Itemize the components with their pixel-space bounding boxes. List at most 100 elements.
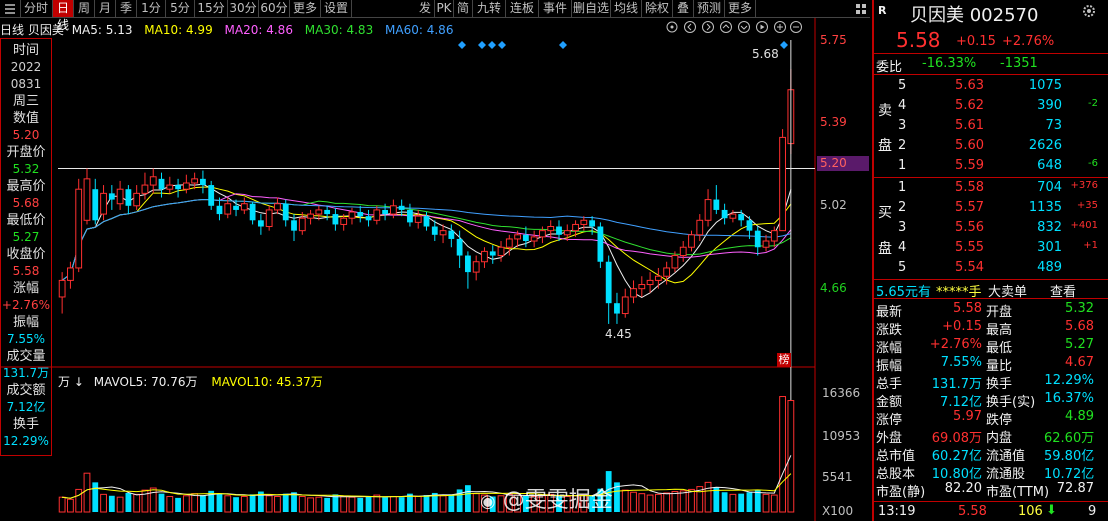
period-tab[interactable]: 5分 [166, 0, 195, 17]
candle-body [191, 178, 199, 184]
volume-bar [779, 396, 786, 513]
zoom-in-icon[interactable] [773, 20, 787, 37]
candle-body [746, 220, 753, 231]
period-tab[interactable]: 1分 [137, 0, 166, 17]
tool-button[interactable]: 删自选 [572, 0, 611, 17]
candle-body [605, 261, 612, 304]
stat-label: 涨停 [876, 413, 903, 428]
period-tab[interactable]: 日线 [53, 0, 74, 32]
stat-label: 换手 [986, 377, 1013, 392]
volume-bar [439, 495, 447, 513]
volume-axis-label: 5541 [822, 470, 853, 484]
chevron-left-icon[interactable] [683, 20, 697, 37]
zoom-out-icon[interactable] [789, 20, 803, 37]
event-marker-icon [458, 41, 466, 49]
current-price-tag: 5.20 [817, 156, 869, 171]
stat-label: 开盘 [986, 305, 1013, 320]
candle-body [92, 189, 99, 221]
info-value: 5.32 [12, 162, 40, 176]
candle-body [688, 234, 695, 248]
tool-button[interactable]: 均线 [611, 0, 642, 17]
period-tab[interactable]: 分时 [20, 0, 53, 17]
stat-value: 10.72亿 [1044, 467, 1095, 482]
stat-label: 流通股 [986, 467, 1026, 482]
buy-side-label: 盘 [878, 241, 892, 257]
chevron-up-icon[interactable] [719, 20, 733, 37]
candle-body [556, 226, 562, 235]
stat-value: 7.12亿 [940, 395, 982, 410]
weicha-value: -1351 [1000, 56, 1038, 71]
period-tab[interactable]: 周 [74, 0, 95, 17]
volume-bar [671, 491, 679, 513]
volume-bar [58, 496, 66, 513]
volume-legend: 万 ↓ MAVOL5: 70.76万 MAVOL10: 45.37万 [58, 373, 323, 390]
candle-body [208, 185, 215, 206]
volume-bar [166, 495, 174, 513]
info-label: 开盘价 [6, 145, 46, 160]
grid-icon[interactable] [852, 0, 870, 17]
volume-bar [100, 493, 107, 513]
volume-bar [149, 487, 157, 513]
tool-button[interactable]: 连板 [506, 0, 539, 17]
volume-bar [158, 493, 165, 512]
price-change: +0.15 [956, 34, 996, 49]
chevron-down-icon[interactable] [737, 20, 751, 37]
volume-unit: 万 [58, 375, 71, 389]
low-price-label: 4.45 [605, 327, 632, 341]
info-label: 时间 [12, 43, 39, 58]
buy-side-label: 买 [878, 205, 892, 221]
tool-button[interactable]: 九转 [473, 0, 506, 17]
info-label: 周三 [12, 94, 39, 109]
toolbar-menu-icon[interactable] [0, 0, 21, 17]
volume-bar [282, 493, 289, 512]
period-tab[interactable]: 60分 [259, 0, 290, 17]
candle-body [282, 203, 289, 221]
order-volume: 1075 [1028, 78, 1062, 93]
period-tab[interactable]: 15分 [195, 0, 228, 17]
info-value: 0831 [10, 77, 42, 91]
sell-side-label: 卖 [878, 103, 892, 119]
candle-body [166, 184, 174, 190]
ma5-line [61, 183, 792, 298]
info-label: 成交额 [6, 383, 46, 398]
tool-button[interactable]: 发 [416, 0, 435, 17]
volume-bar [315, 496, 323, 513]
tool-button[interactable]: PK [435, 0, 454, 17]
order-volume: 2626 [1028, 138, 1062, 153]
period-tab[interactable]: 更多 [290, 0, 321, 17]
settings-gear-icon[interactable] [1082, 4, 1096, 22]
period-tab[interactable]: 30分 [228, 0, 259, 17]
stat-label: 外盘 [876, 431, 903, 446]
order-level: 1 [898, 158, 907, 173]
candle-body [108, 193, 115, 200]
info-label: 成交量 [6, 349, 46, 364]
stock-code: 002570 [969, 5, 1039, 26]
candle-body [754, 230, 761, 248]
tool-button[interactable]: 叠 [673, 0, 694, 17]
candle-body [439, 230, 447, 236]
kline-chart[interactable] [0, 18, 875, 521]
candle-body [572, 223, 579, 232]
period-tab[interactable]: 月 [95, 0, 116, 17]
candle-body [233, 205, 239, 210]
tick-price: 5.58 [958, 504, 987, 519]
watermark-text: @雯雯掘金 [502, 488, 613, 513]
play-icon[interactable] [755, 20, 769, 37]
rank-badge[interactable]: 榜 [777, 353, 791, 367]
period-tab[interactable]: 季 [116, 0, 137, 17]
tool-button[interactable]: 更多 [725, 0, 756, 17]
tool-button[interactable]: 除权 [642, 0, 673, 17]
volume-arrow-icon[interactable]: ↓ [74, 375, 84, 389]
target-icon[interactable] [665, 20, 679, 37]
candle-body [348, 211, 356, 219]
tool-button[interactable]: 预测 [694, 0, 725, 17]
order-change: +376 [1070, 180, 1098, 191]
tool-button[interactable]: 简 [454, 0, 473, 17]
tool-button[interactable]: 事件 [539, 0, 572, 17]
candle-body [100, 192, 107, 215]
period-tab[interactable]: 设置 [321, 0, 352, 17]
volume-bar [663, 492, 671, 513]
volume-bar [654, 493, 662, 513]
chevron-right-icon[interactable] [701, 20, 715, 37]
volume-bar [465, 485, 471, 512]
